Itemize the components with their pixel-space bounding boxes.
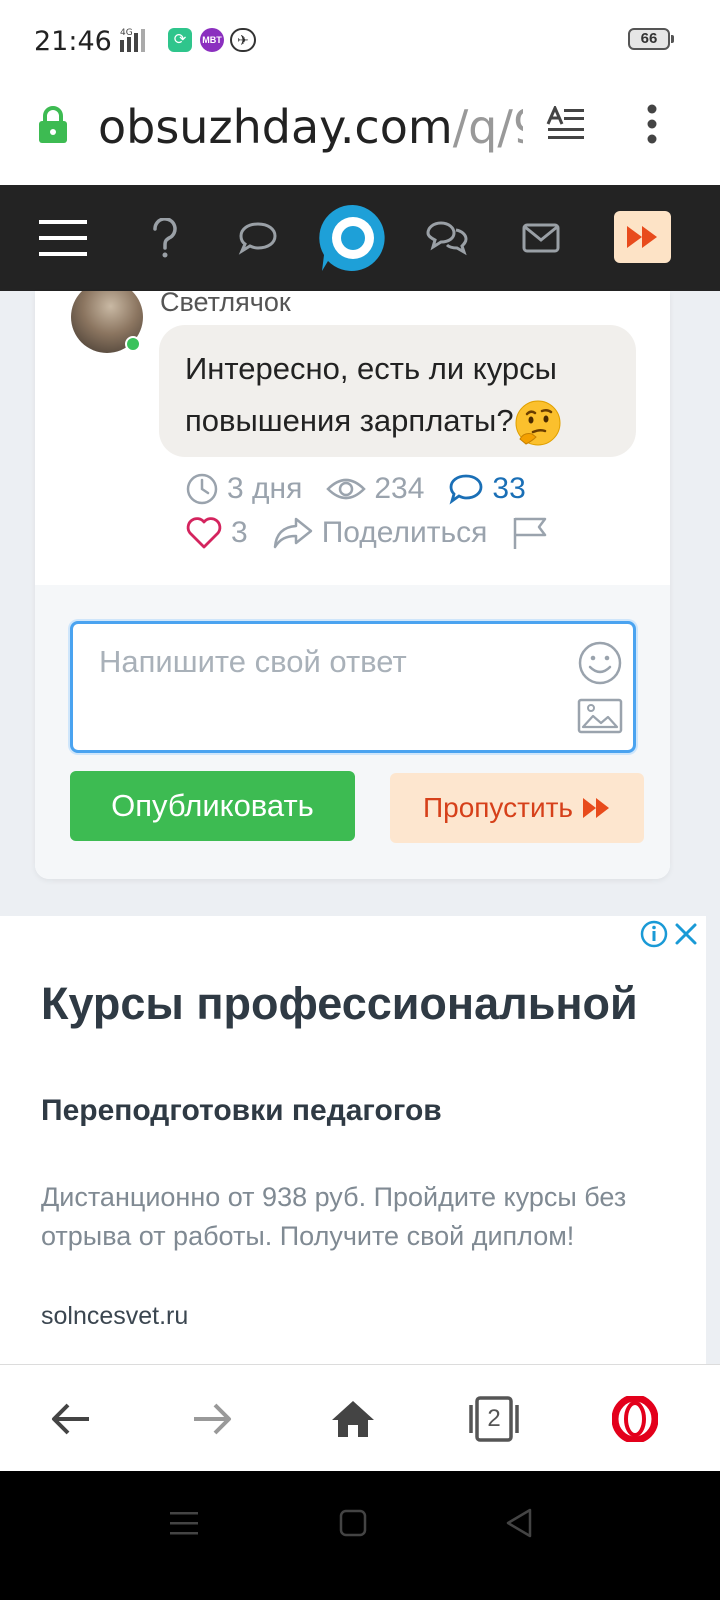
- system-navigation: [0, 1471, 720, 1600]
- ad-subtitle: Переподготовки педагогов: [41, 1094, 442, 1127]
- opera-menu-icon[interactable]: [607, 1391, 663, 1447]
- post-comments[interactable]: 33: [448, 472, 526, 506]
- lock-icon: [39, 106, 67, 143]
- comment-icon[interactable]: [231, 211, 285, 265]
- hamburger-menu-icon[interactable]: [36, 211, 90, 265]
- question-text: Интересно, есть ли курсы повышения зарпл…: [185, 351, 557, 438]
- emoji-picker-icon[interactable]: [577, 640, 623, 686]
- back-icon[interactable]: [43, 1391, 99, 1447]
- image-upload-icon[interactable]: [577, 698, 623, 734]
- system-back-icon[interactable]: [502, 1505, 538, 1541]
- mbt-app-icon: MBT: [200, 28, 224, 52]
- post-views: 234: [326, 472, 424, 506]
- forward-icon[interactable]: [184, 1391, 240, 1447]
- eye-icon: [326, 478, 367, 500]
- post-time: 3 дня: [185, 472, 302, 506]
- skip-button[interactable]: Пропустить: [390, 773, 644, 843]
- flag-icon: [514, 517, 547, 549]
- chats-icon[interactable]: [420, 211, 474, 265]
- signal-icon: 4G: [120, 28, 145, 52]
- share-icon: [273, 517, 312, 549]
- tabs-icon[interactable]: 2: [466, 1391, 522, 1447]
- status-time: 21:46: [34, 26, 112, 57]
- share-button[interactable]: Поделиться: [272, 516, 488, 550]
- sync-app-icon: ⟳: [168, 28, 192, 52]
- post-meta-row-1: 3 дня 234 33: [185, 469, 550, 509]
- skip-question-icon[interactable]: [614, 211, 671, 263]
- online-indicator: [125, 336, 141, 352]
- views-count: 234: [374, 472, 425, 505]
- more-menu-icon[interactable]: [640, 104, 664, 144]
- thinking-face-icon: [515, 400, 561, 446]
- reader-mode-icon[interactable]: [546, 106, 586, 142]
- browser-toolbar: 2: [0, 1364, 720, 1471]
- question-card: Светлячок Интересно, есть ли курсы повыш…: [35, 291, 670, 879]
- recent-apps-icon[interactable]: [166, 1505, 202, 1541]
- ad-banner[interactable]: Курсы профессиональной Переподготовки пе…: [0, 916, 706, 1364]
- comment-count-icon: [449, 474, 483, 505]
- heart-icon: [186, 517, 222, 549]
- url-text[interactable]: obsuzhday.com/q/9: [98, 96, 523, 158]
- address-bar[interactable]: obsuzhday.com/q/9: [0, 82, 720, 185]
- close-icon[interactable]: [672, 920, 700, 948]
- questions-icon[interactable]: [138, 211, 192, 265]
- post-meta-row-2: 3 Поделиться: [185, 513, 581, 553]
- clock-icon: [186, 473, 218, 505]
- author-name[interactable]: Светлячок: [160, 291, 291, 318]
- battery-icon: 66: [628, 28, 674, 50]
- skip-label: Пропустить: [423, 792, 573, 823]
- question-bubble: Интересно, есть ли курсы повышения зарпл…: [159, 325, 636, 457]
- ad-title: Курсы профессиональной: [41, 978, 638, 1029]
- mail-icon[interactable]: [514, 211, 568, 265]
- answer-section: Напишите свой ответ Опубликовать Пропуст…: [35, 585, 670, 879]
- publish-button[interactable]: Опубликовать: [70, 771, 355, 841]
- like-button[interactable]: 3: [185, 516, 248, 550]
- url-path: /q/9: [452, 100, 523, 154]
- share-label: Поделиться: [321, 516, 488, 549]
- home-icon[interactable]: [325, 1391, 381, 1447]
- answer-placeholder: Напишите свой ответ: [99, 644, 407, 679]
- answer-input[interactable]: Напишите свой ответ: [70, 621, 636, 753]
- system-home-icon[interactable]: [335, 1505, 371, 1541]
- info-icon[interactable]: [640, 920, 668, 948]
- bird-app-icon: ✈: [230, 28, 256, 52]
- tab-count: 2: [487, 1405, 501, 1432]
- site-nav: [0, 185, 720, 291]
- ad-body: Дистанционно от 938 руб. Пройдите курсы …: [41, 1182, 627, 1251]
- report-button[interactable]: [511, 515, 557, 551]
- time-ago: 3 дня: [227, 472, 303, 505]
- likes-count: 3: [231, 516, 248, 549]
- fast-forward-icon: [583, 798, 609, 818]
- url-domain: obsuzhday.com: [98, 100, 453, 154]
- ad-domain[interactable]: solncesvet.ru: [41, 1302, 188, 1331]
- status-bar: 21:46 4G ⟳ MBT ✈ 66: [0, 0, 720, 82]
- comments-count: 33: [492, 472, 526, 505]
- svg-text:4G: 4G: [120, 28, 133, 38]
- site-logo[interactable]: [318, 203, 388, 273]
